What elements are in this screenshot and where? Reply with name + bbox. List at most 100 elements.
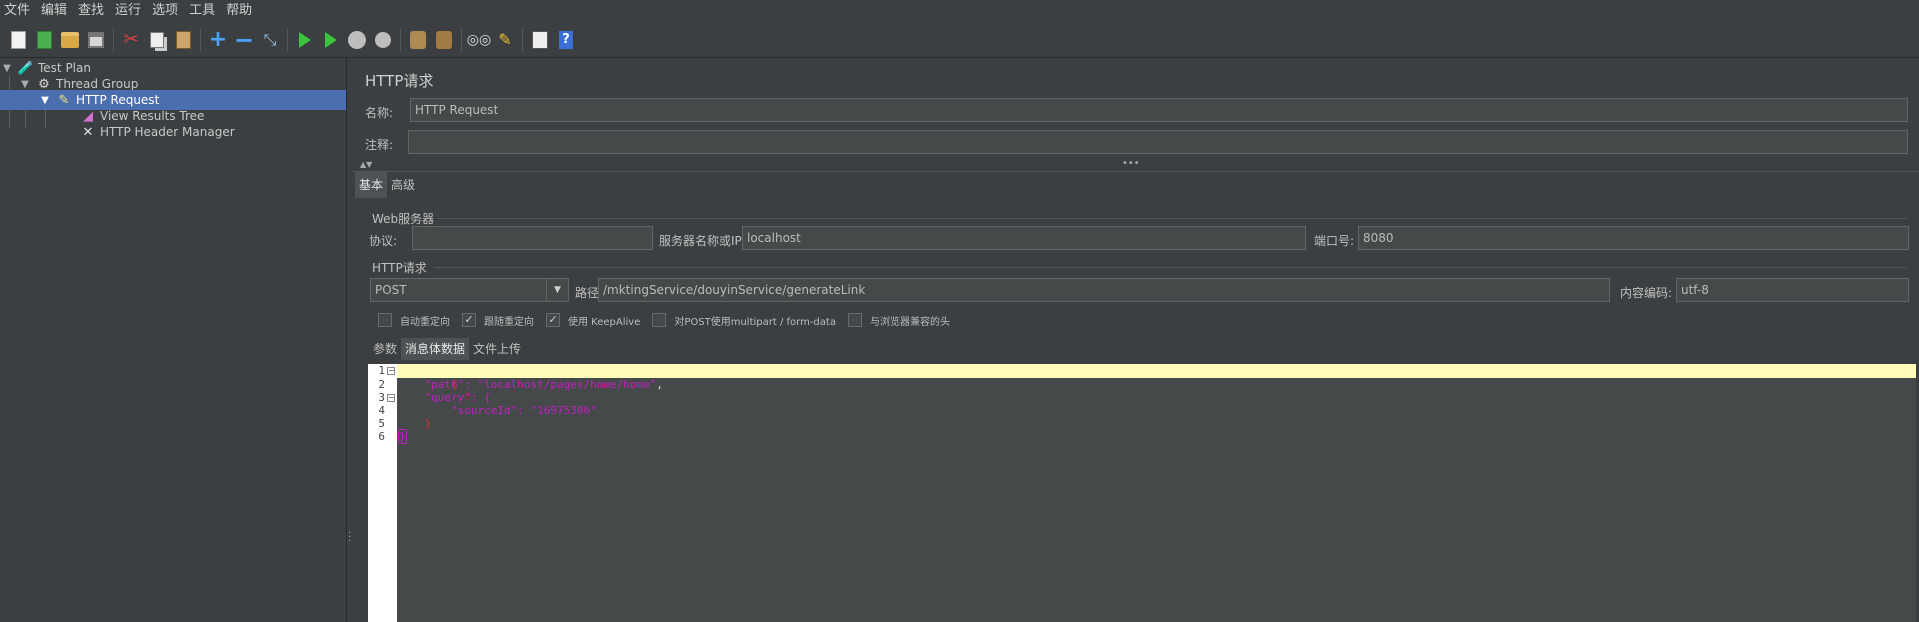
- server-label: 服务器名称或IP:: [659, 234, 746, 248]
- menu-file[interactable]: 文件: [0, 0, 37, 22]
- server-field[interactable]: localhost: [742, 226, 1306, 250]
- port-field[interactable]: 8080: [1358, 226, 1909, 250]
- encoding-label: 内容编码:: [1620, 286, 1673, 300]
- tab-advanced[interactable]: 高级: [387, 172, 419, 198]
- code-area[interactable]: { "path": "localhost/pages/home/home", "…: [397, 364, 1916, 622]
- menu-help[interactable]: 帮助: [222, 0, 259, 22]
- code-line-6: }: [398, 429, 407, 444]
- checkbox-label: 自动重定向: [400, 316, 450, 328]
- start-icon[interactable]: [294, 29, 316, 51]
- chevron-down-icon[interactable]: ▼: [20, 79, 30, 90]
- checkbox-label: 对POST使用multipart / form-data: [674, 316, 836, 328]
- toggle-icon[interactable]: ⤡: [259, 29, 281, 51]
- paste-icon[interactable]: [172, 29, 194, 51]
- collapse-bar[interactable]: ▲▼ •••: [352, 158, 1919, 172]
- check-icon[interactable]: ✓: [462, 313, 476, 327]
- help-icon[interactable]: ?: [555, 29, 577, 51]
- tree-node-label: View Results Tree: [100, 109, 205, 123]
- cut-icon[interactable]: ✂: [120, 29, 142, 51]
- template-icon[interactable]: [33, 29, 55, 51]
- comment-field[interactable]: [408, 130, 1908, 154]
- new-icon[interactable]: [7, 29, 29, 51]
- multipart-checkbox[interactable]: 对POST使用multipart / form-data: [652, 313, 836, 328]
- copy-icon[interactable]: [146, 29, 168, 51]
- toolbar-separator: [461, 27, 462, 52]
- line-number: 5: [378, 417, 385, 430]
- tree-node-label: Test Plan: [38, 61, 91, 75]
- code-line-1: {: [398, 364, 458, 391]
- check-icon[interactable]: ✓: [546, 313, 560, 327]
- checkbox-box[interactable]: [378, 313, 392, 327]
- clear-all-icon[interactable]: [433, 29, 455, 51]
- reset-search-icon[interactable]: ✎: [494, 29, 516, 51]
- test-plan-tree: ▼ 🧪 Test Plan ▼ ⚙ Thread Group ▼ ✎ HTTP …: [0, 58, 346, 622]
- checkbox-label: 使用 KeepAlive: [568, 316, 641, 328]
- shutdown-icon[interactable]: [372, 29, 394, 51]
- checkbox-label: 与浏览器兼容的头: [869, 316, 950, 328]
- protocol-field[interactable]: [412, 226, 653, 250]
- chevron-down-icon[interactable]: ▼: [40, 95, 50, 106]
- toolbar-separator: [400, 27, 401, 52]
- code-token: :: [517, 404, 531, 417]
- toolbar-separator: [113, 27, 114, 52]
- protocol-label: 协议:: [369, 234, 398, 248]
- line-number-gutter: 1 − 2 3 − 4 5 6: [368, 364, 397, 622]
- menu-tools[interactable]: 工具: [185, 0, 222, 22]
- chevron-down-icon[interactable]: ▼: [546, 279, 568, 301]
- collapse-arrows-icon[interactable]: ▲▼: [360, 160, 372, 169]
- method-select[interactable]: POST ▼: [370, 278, 569, 302]
- stop-icon[interactable]: [346, 29, 368, 51]
- follow-redirects-auto-checkbox[interactable]: 自动重定向: [378, 313, 450, 328]
- code-token: :: [464, 378, 478, 391]
- menu-edit[interactable]: 编辑: [37, 0, 74, 22]
- menu-bar: 文件 编辑 查找 运行 选项 工具 帮助: [0, 0, 1919, 22]
- toolbar-separator: [287, 27, 288, 52]
- section-divider: [434, 267, 1907, 268]
- toolbar: ✂ + − ⤡ ◎◎ ✎ ?: [0, 22, 1919, 58]
- web-server-section-title: Web服务器: [372, 212, 435, 226]
- chevron-down-icon[interactable]: ▼: [2, 63, 12, 74]
- main-tabs: 基本 高级: [355, 172, 419, 200]
- body-data-editor[interactable]: 1 − 2 3 − 4 5 6 { "path": "localhost/pag…: [368, 364, 1916, 622]
- code-token: "localhost/pages/home/home": [477, 378, 657, 391]
- code-line-2: "path": "localhost/pages/home/home",: [398, 378, 663, 392]
- request-options: 自动重定向 ✓ 跟随重定向 ✓ 使用 KeepAlive 对POST使用mult…: [378, 312, 962, 328]
- checkbox-box[interactable]: [847, 313, 862, 327]
- start-no-pause-icon[interactable]: [320, 29, 342, 51]
- tab-basic[interactable]: 基本: [355, 172, 388, 198]
- drag-handle-icon[interactable]: •••: [1122, 158, 1140, 169]
- tab-file-upload[interactable]: 文件上传: [469, 338, 525, 360]
- line-number: 6: [378, 430, 385, 443]
- code-line-3: "query": {: [398, 391, 491, 405]
- tree-node-http-header-manager[interactable]: ✕ HTTP Header Manager: [80, 122, 342, 142]
- fold-toggle-icon[interactable]: −: [387, 394, 395, 402]
- follow-redirects-checkbox[interactable]: ✓ 跟随重定向: [462, 313, 534, 328]
- http-request-section-title: HTTP请求: [372, 261, 427, 275]
- code-token: : {: [470, 391, 491, 404]
- toolbar-separator: [200, 27, 201, 52]
- path-field[interactable]: /mktingService/douyinService/generateLin…: [598, 278, 1610, 302]
- code-token: "sourceId": [450, 404, 518, 417]
- checkbox-label: 跟随重定向: [484, 316, 534, 328]
- checkbox-box[interactable]: [652, 313, 667, 327]
- comment-label: 注释:: [365, 138, 394, 152]
- menu-run[interactable]: 运行: [111, 0, 148, 22]
- expand-icon[interactable]: +: [207, 28, 229, 51]
- tab-parameters[interactable]: 参数: [369, 338, 401, 360]
- section-divider: [437, 218, 1907, 219]
- function-helper-icon[interactable]: [529, 29, 551, 51]
- browser-compatible-headers-checkbox[interactable]: 与浏览器兼容的头: [847, 313, 950, 328]
- open-icon[interactable]: [59, 29, 81, 51]
- encoding-field[interactable]: utf-8: [1676, 278, 1909, 302]
- search-icon[interactable]: ◎◎: [467, 29, 491, 51]
- tree-node-label: HTTP Request: [76, 93, 160, 107]
- keepalive-checkbox[interactable]: ✓ 使用 KeepAlive: [546, 313, 640, 328]
- menu-search[interactable]: 查找: [74, 0, 111, 22]
- name-field[interactable]: HTTP Request: [410, 98, 1908, 122]
- save-icon[interactable]: [85, 29, 107, 51]
- tab-body-data[interactable]: 消息体数据: [401, 338, 470, 360]
- clear-icon[interactable]: [407, 29, 429, 51]
- collapse-icon[interactable]: −: [233, 28, 255, 52]
- fold-toggle-icon[interactable]: −: [387, 367, 395, 375]
- menu-options[interactable]: 选项: [148, 0, 185, 22]
